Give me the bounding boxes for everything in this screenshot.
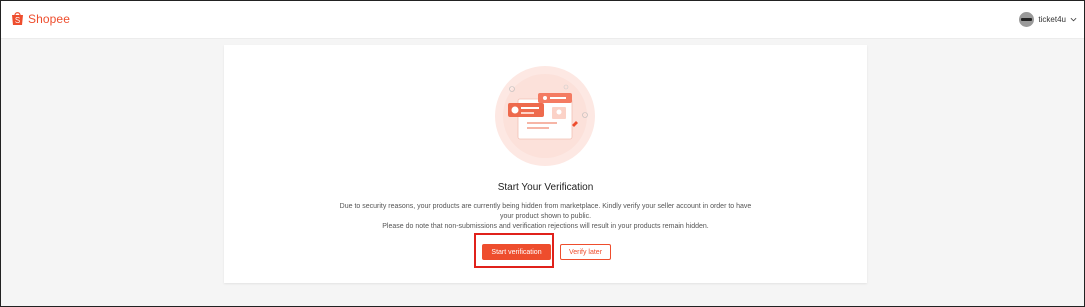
account-menu[interactable]: ticket4u: [1019, 12, 1077, 27]
page-title: Start Your Verification: [497, 182, 594, 193]
svg-text:S: S: [15, 16, 20, 25]
shopee-bag-icon: S: [12, 12, 23, 25]
verification-illustration: [495, 66, 595, 166]
start-verification-button[interactable]: Start verification: [482, 244, 551, 260]
brand-name: Shopee: [28, 11, 70, 26]
user-avatar: [1019, 12, 1035, 27]
top-navigation-bar: S Shopee ticket4u: [1, 1, 1084, 39]
description-line: your product shown to public.: [499, 213, 592, 220]
app-window: S Shopee ticket4u Start Your Verificatio…: [0, 0, 1085, 307]
shopee-logo[interactable]: S Shopee: [11, 11, 70, 26]
description-line: Please do note that non-submissions and …: [382, 223, 709, 230]
chevron-down-icon: [1070, 17, 1077, 22]
verify-later-button[interactable]: Verify later: [560, 244, 611, 260]
username-label: ticket4u: [1038, 15, 1066, 24]
verification-card: Start Your Verification Due to security …: [224, 45, 867, 283]
verification-description: Due to security reasons, your products a…: [325, 202, 766, 232]
avatar-glasses: [1021, 18, 1033, 21]
description-line: Due to security reasons, your products a…: [339, 203, 752, 210]
